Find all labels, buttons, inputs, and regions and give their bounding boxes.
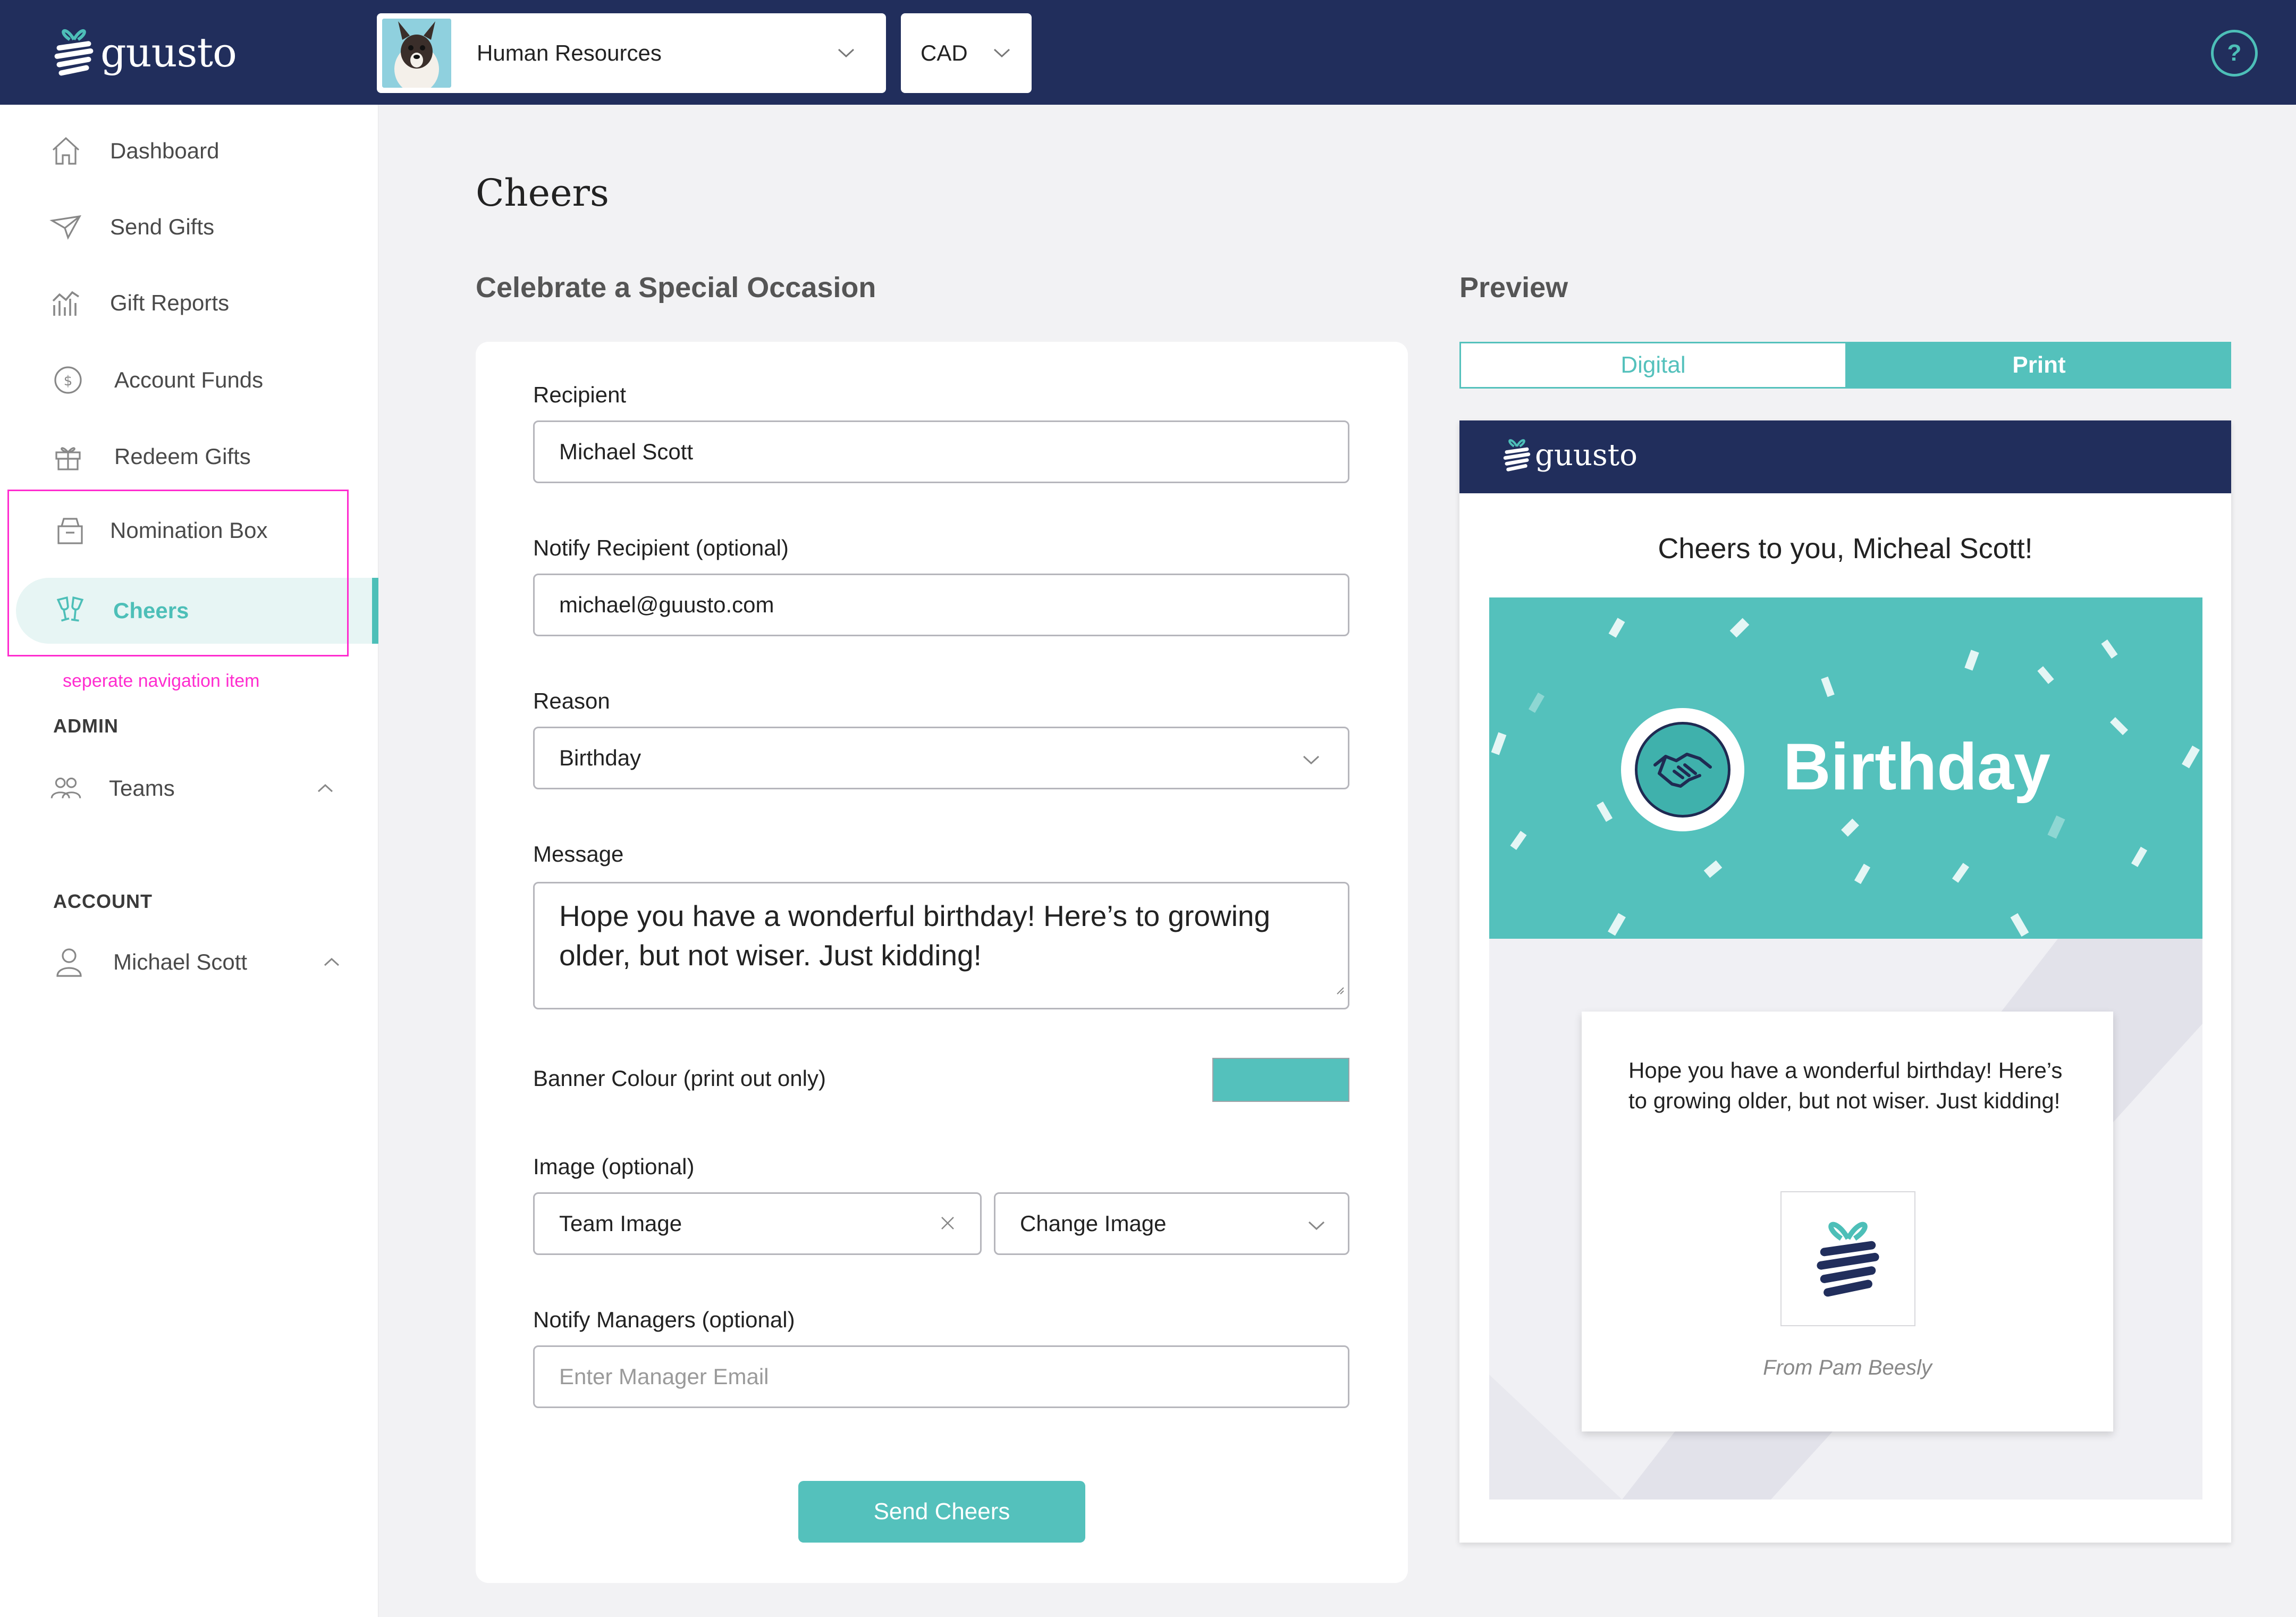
sidebar-item-label: Michael Scott — [113, 949, 248, 974]
form-section-title: Celebrate a Special Occasion — [476, 272, 876, 304]
sidebar-item-michael-scott[interactable]: Michael Scott — [0, 933, 378, 991]
print-preview: guusto Cheers to you, Micheal Scott! Bir… — [1459, 420, 2231, 1543]
preview-note-image — [1780, 1191, 1915, 1326]
box-icon — [52, 512, 89, 549]
resize-handle-icon[interactable] — [1333, 965, 1345, 1005]
sidebar-item-label: Cheers — [113, 598, 189, 623]
chart-icon — [47, 284, 85, 322]
admin-section-label: ADMIN — [53, 715, 119, 737]
people-icon — [47, 770, 85, 807]
top-bar: guusto Human Resources CAD ? — [0, 0, 2296, 105]
svg-text:$: $ — [64, 373, 73, 389]
sidebar-item-redeem-gifts[interactable]: Redeem Gifts — [0, 427, 378, 486]
organization-avatar — [382, 19, 451, 88]
image-input[interactable]: Team Image — [533, 1192, 982, 1255]
message-label: Message — [533, 841, 624, 866]
annotation-note: seperate navigation item — [63, 671, 260, 691]
sidebar-item-nomination-box[interactable]: Nomination Box — [0, 501, 378, 560]
sidebar: seperate navigation item Dashboard Send … — [0, 105, 378, 1617]
sidebar-item-label: Teams — [109, 776, 175, 801]
chevron-down-icon — [835, 43, 857, 64]
reason-value: Birthday — [559, 745, 641, 770]
notify-recipient-input[interactable]: michael@guusto.com — [533, 574, 1349, 636]
currency-value: CAD — [921, 40, 968, 65]
dollar-circle-icon: $ — [49, 361, 87, 399]
help-button[interactable]: ? — [2211, 30, 2258, 77]
preview-greeting: Cheers to you, Micheal Scott! — [1658, 533, 2033, 565]
tab-print[interactable]: Print — [1847, 342, 2231, 389]
cheers-form: Recipient Michael Scott Notify Recipient… — [476, 342, 1408, 1583]
recipient-value: Michael Scott — [559, 439, 694, 464]
chevron-down-icon — [991, 43, 1012, 64]
preview-note-message: Hope you have a wonderful birthday! Here… — [1628, 1058, 2063, 1113]
sidebar-item-label: Gift Reports — [110, 290, 230, 315]
preview-banner-title: Birthday — [1783, 730, 2050, 804]
sidebar-item-label: Nomination Box — [110, 518, 268, 543]
preview-note-card: Hope you have a wonderful birthday! Here… — [1582, 1012, 2113, 1431]
change-image-select[interactable]: Change Image — [994, 1192, 1349, 1255]
chevron-down-icon — [1302, 745, 1320, 771]
notify-recipient-value: michael@guusto.com — [559, 592, 774, 617]
preview-note-from: From Pam Beesly — [1763, 1356, 1932, 1379]
preview-brand-name: guusto — [1535, 437, 1637, 473]
change-image-label: Change Image — [1020, 1211, 1167, 1236]
guusto-logo[interactable]: guusto — [50, 20, 237, 84]
guusto-gift-icon — [1817, 1222, 1879, 1297]
sidebar-item-send-gifts[interactable]: Send Gifts — [0, 198, 378, 256]
notify-recipient-label: Notify Recipient (optional) — [533, 535, 789, 560]
sidebar-item-label: Dashboard — [110, 138, 220, 163]
manager-email-placeholder: Enter Manager Email — [559, 1364, 769, 1389]
sidebar-item-teams[interactable]: Teams — [0, 759, 378, 818]
notify-managers-label: Notify Managers (optional) — [533, 1307, 795, 1332]
banner-colour-label: Banner Colour (print out only) — [533, 1066, 826, 1091]
clear-icon[interactable] — [940, 1211, 956, 1236]
sidebar-item-dashboard[interactable]: Dashboard — [0, 122, 378, 180]
sidebar-item-cheers[interactable]: Cheers — [0, 582, 378, 640]
reason-label: Reason — [533, 688, 610, 713]
image-value: Team Image — [559, 1211, 682, 1236]
chevron-down-icon — [1307, 1211, 1326, 1236]
guusto-gift-icon — [1503, 439, 1531, 471]
recipient-label: Recipient — [533, 382, 627, 407]
organization-name: Human Resources — [477, 40, 662, 65]
sidebar-item-account-funds[interactable]: $ Account Funds — [0, 351, 378, 409]
preview-banner: Birthday — [1489, 597, 2202, 939]
chevron-up-icon — [313, 944, 350, 981]
handshake-icon — [1653, 753, 1712, 788]
sidebar-item-gift-reports[interactable]: Gift Reports — [0, 274, 378, 332]
image-label: Image (optional) — [533, 1154, 695, 1179]
preview-header: guusto — [1459, 420, 2231, 493]
organization-select[interactable]: Human Resources — [377, 13, 886, 93]
sidebar-item-label: Account Funds — [114, 367, 264, 392]
account-section-label: ACCOUNT — [53, 890, 153, 912]
brand-name: guusto — [100, 28, 237, 76]
handshake-badge — [1621, 708, 1744, 831]
preview-section-title: Preview — [1459, 272, 1568, 304]
manager-email-input[interactable]: Enter Manager Email — [533, 1345, 1349, 1408]
sidebar-item-label: Redeem Gifts — [114, 444, 251, 469]
champagne-glasses-icon — [52, 592, 89, 629]
reason-select[interactable]: Birthday — [533, 727, 1349, 789]
message-textarea[interactable]: Hope you have a wonderful birthday! Here… — [533, 882, 1349, 1009]
guusto-gift-icon — [54, 29, 94, 76]
message-value: Hope you have a wonderful birthday! Here… — [559, 899, 1271, 972]
gift-icon — [49, 438, 87, 475]
paper-plane-icon — [47, 208, 85, 246]
tab-digital[interactable]: Digital — [1459, 342, 1847, 389]
user-icon — [50, 944, 88, 981]
sidebar-item-label: Send Gifts — [110, 214, 215, 239]
home-icon — [47, 132, 85, 170]
preview-tabs: Digital Print — [1459, 342, 2231, 389]
send-cheers-button[interactable]: Send Cheers — [798, 1481, 1085, 1543]
chevron-up-icon — [307, 770, 344, 807]
preview-logo: guusto — [1501, 431, 1637, 479]
page-title: Cheers — [476, 171, 609, 215]
recipient-input[interactable]: Michael Scott — [533, 420, 1349, 483]
currency-select[interactable]: CAD — [901, 13, 1032, 93]
banner-colour-swatch[interactable] — [1212, 1058, 1349, 1102]
